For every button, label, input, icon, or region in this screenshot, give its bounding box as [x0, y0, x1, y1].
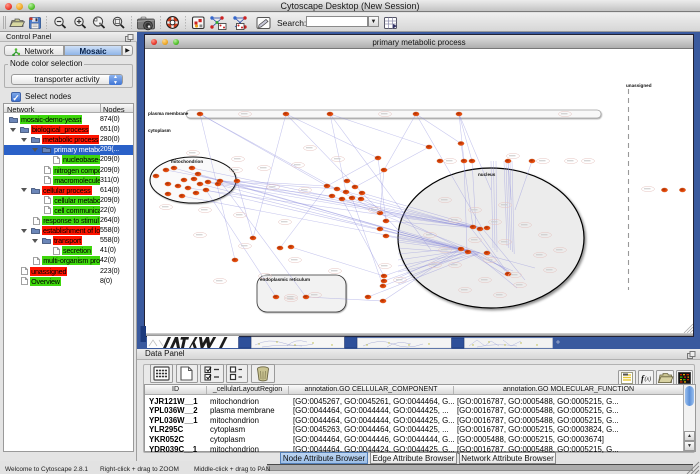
- svg-text:mitochondrion: mitochondrion: [171, 159, 203, 164]
- svg-text:plasma membrane: plasma membrane: [148, 111, 189, 116]
- svg-text:endoplasmic reticulum: endoplasmic reticulum: [260, 277, 310, 282]
- svg-text:cytoplasm: cytoplasm: [148, 128, 171, 133]
- svg-text:nucleus: nucleus: [478, 172, 496, 177]
- svg-text:unassigned: unassigned: [626, 83, 652, 88]
- svg-text:(x): (x): [645, 376, 652, 383]
